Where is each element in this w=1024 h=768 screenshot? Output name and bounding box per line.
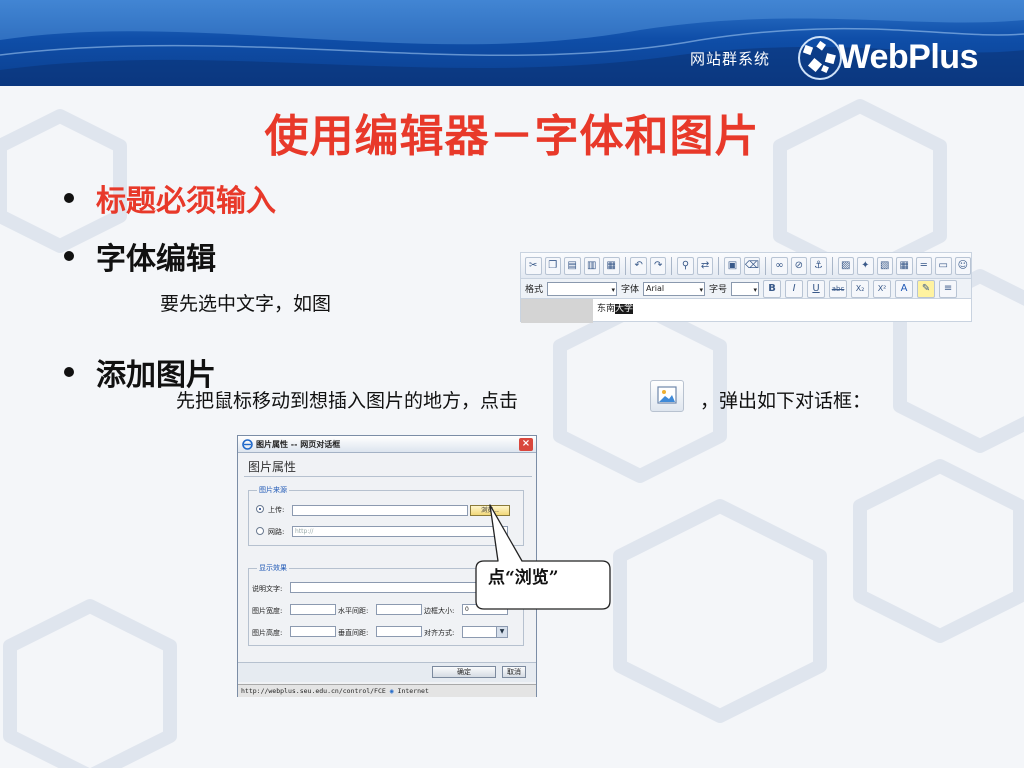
content-gutter: [521, 299, 593, 323]
cut-icon: ✂: [525, 256, 542, 275]
upload-path-input[interactable]: [292, 505, 468, 516]
image-width-label: 图片宽度:: [252, 607, 283, 615]
alt-text-input[interactable]: [290, 582, 480, 593]
network-label: 网路:: [268, 528, 285, 536]
dialog-heading: 图片属性: [248, 460, 297, 474]
image-icon: ▨: [837, 256, 855, 275]
unlink-icon: ⊘: [790, 256, 808, 275]
border-size-label: 边框大小:: [424, 607, 455, 615]
ie-icon: [242, 439, 253, 450]
internet-zone-icon: ◉: [389, 687, 398, 695]
add-image-note-before: 先把鼠标移动到想插入图片的地方，点击: [176, 390, 519, 412]
redo-icon: ↷: [649, 256, 667, 275]
smiley-icon: ☺: [954, 256, 972, 275]
bullet-dot: [64, 251, 74, 261]
file-icon: ▧: [876, 256, 894, 275]
slide-title: 使用编辑器－字体和图片: [264, 111, 760, 162]
close-icon[interactable]: ×: [519, 438, 533, 451]
eraser-icon: ⌫: [743, 256, 761, 275]
superscript-icon: X²: [873, 279, 892, 298]
toolbar-content-area: 东南大学: [521, 299, 971, 323]
bullet-title-required: 标题必须输入: [64, 176, 276, 220]
bullet-dot: [64, 193, 74, 203]
upload-label: 上传:: [268, 506, 285, 514]
callout-text: 点“浏览”: [488, 568, 559, 588]
find-icon: ⚲: [677, 256, 694, 275]
select-all-icon: ▣: [724, 256, 741, 275]
font-select-value: Arial: [646, 283, 665, 293]
bullet-text: 标题必须输入: [96, 184, 276, 219]
subscript-icon: X₂: [851, 279, 870, 298]
table-icon: ▦: [896, 256, 913, 275]
link-icon: ∞: [771, 256, 788, 275]
cancel-button[interactable]: 取消: [502, 666, 526, 678]
dialog-titlebar: 图片属性 -- 网页对话框 ×: [238, 436, 536, 453]
anchor-icon: ⚓: [810, 256, 827, 275]
alt-text-label: 说明文字:: [252, 585, 283, 593]
dialog-status-bar: http://webplus.seu.edu.cn/control/FCE ◉ …: [238, 684, 536, 697]
size-label: 字号: [709, 285, 728, 295]
upload-radio[interactable]: [256, 505, 264, 513]
image-height-label: 图片高度:: [252, 629, 283, 637]
font-label: 字体: [621, 285, 640, 295]
add-image-note-after: ，弹出如下对话框：: [700, 390, 872, 412]
align-label: 对齐方式:: [424, 629, 455, 637]
highlight-icon: ✎: [917, 279, 936, 298]
toolbar-button-row: ✂ ❐ ▤ ▥ ▦ ↶ ↷ ⚲ ⇄ ▣ ⌫ ∞ ⊘ ⚓ ▨ ✦ ▧ ▦ ═ ▭ …: [521, 253, 972, 279]
flash-icon: ✦: [857, 256, 874, 275]
bullet-font-editing: 字体编辑: [64, 234, 216, 278]
vspace-label: 垂直间距:: [338, 629, 369, 637]
image-height-input[interactable]: [290, 626, 336, 637]
paste-word-icon: ▦: [603, 256, 620, 275]
hspace-input[interactable]: [376, 604, 422, 615]
font-color-icon: A: [895, 279, 914, 298]
rule-icon: ═: [915, 256, 933, 275]
replace-icon: ⇄: [696, 256, 714, 275]
webplus-logo-text: WebPlus: [838, 38, 979, 76]
editor-toolbar-screenshot: ✂ ❐ ▤ ▥ ▦ ↶ ↷ ⚲ ⇄ ▣ ⌫ ∞ ⊘ ⚓ ▨ ✦ ▧ ▦ ═ ▭ …: [520, 252, 972, 323]
media-icon: ▭: [935, 256, 952, 275]
font-select: Arial ▾: [643, 281, 706, 296]
image-width-input[interactable]: [290, 604, 336, 615]
sample-text: 东南大学: [597, 301, 634, 314]
chevron-down-icon: ▼: [496, 627, 507, 637]
status-zone: Internet: [397, 687, 429, 695]
underline-icon: U: [807, 279, 826, 298]
format-select: ▾: [547, 281, 618, 296]
toolbar-format-row: 格式 ▾ 字体 Arial ▾ 字号 ▾ B I U abc X₂ X² A ✎ …: [521, 279, 971, 299]
bullet-dot: [64, 367, 74, 377]
status-url: http://webplus.seu.edu.cn/control/FCE: [241, 687, 386, 695]
align-select[interactable]: ▼: [462, 626, 508, 638]
copy-icon: ❐: [544, 256, 561, 275]
callout-bubble: [475, 504, 611, 610]
paste-text-icon: ▥: [583, 256, 600, 275]
strikethrough-icon: abc: [829, 279, 848, 298]
format-label: 格式: [525, 285, 544, 295]
dialog-divider: [244, 476, 532, 477]
display-effect-legend: 显示效果: [257, 563, 289, 573]
sample-text-selected: 大学: [615, 304, 634, 314]
hspace-label: 水平间距:: [338, 607, 369, 615]
undo-icon: ↶: [630, 256, 647, 275]
bullet-text: 字体编辑: [96, 242, 216, 277]
ordered-list-icon: ≡: [939, 279, 958, 298]
bold-icon: B: [763, 279, 782, 298]
ok-button[interactable]: 确定: [432, 666, 496, 678]
font-editing-note: 要先选中文字，如图: [160, 293, 332, 315]
sample-text-plain: 东南: [597, 304, 616, 314]
vspace-input[interactable]: [376, 626, 422, 637]
system-label: 网站群系统: [689, 50, 770, 68]
network-radio[interactable]: [256, 527, 264, 535]
insert-image-icon: [650, 380, 684, 412]
image-source-legend: 图片来源: [257, 485, 289, 495]
dialog-title: 图片属性 -- 网页对话框: [256, 440, 341, 449]
italic-icon: I: [785, 279, 804, 298]
header-banner: 网站群系统 WebPlus: [0, 0, 1024, 86]
size-select: ▾: [731, 281, 760, 296]
paste-icon: ▤: [564, 256, 581, 275]
